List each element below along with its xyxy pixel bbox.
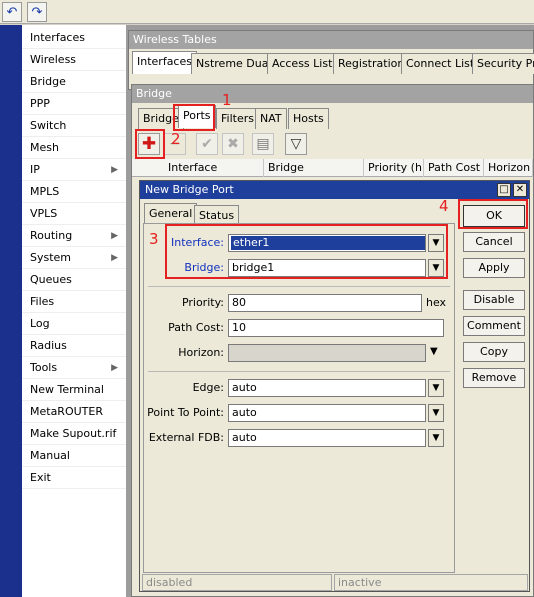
wireless-tables-window: Wireless Tables Interfaces Nstreme Dual … — [128, 30, 534, 90]
menu-item-exit[interactable]: Exit — [22, 467, 126, 489]
external-fdb-label: External FDB: — [148, 431, 224, 444]
path-cost-label: Path Cost: — [168, 321, 224, 334]
menu-item-ppp[interactable]: PPP — [22, 93, 126, 115]
tab-registration[interactable]: Registration — [333, 53, 410, 74]
point-to-point-select[interactable]: auto — [228, 404, 426, 422]
top-toolbar: ↶ ↷ — [0, 0, 534, 24]
annotation-box-add-button — [135, 129, 165, 159]
path-cost-input[interactable]: 10 — [228, 319, 444, 337]
window-title: Bridge — [132, 85, 533, 103]
horizon-input[interactable] — [228, 344, 426, 362]
menu-item-queues[interactable]: Queues — [22, 269, 126, 291]
main-menu: Interfaces Wireless Bridge PPP Switch Me… — [22, 25, 126, 597]
tab-access-list[interactable]: Access List — [267, 53, 338, 74]
expand-down-icon[interactable]: ▼ — [430, 346, 438, 357]
menu-item-metarouter[interactable]: MetaROUTER — [22, 401, 126, 423]
column-path-cost[interactable]: Path Cost — [424, 159, 484, 177]
menu-item-ip[interactable]: IP ▶ — [22, 159, 126, 181]
external-fdb-select[interactable]: auto — [228, 429, 426, 447]
table-header: Interface Bridge Priority (h... Path Cos… — [132, 159, 533, 177]
annotation-number: 4 — [439, 197, 449, 215]
dialog-title: New Bridge Port — [140, 181, 529, 199]
edge-select[interactable]: auto — [228, 379, 426, 397]
menu-item-radius[interactable]: Radius — [22, 335, 126, 357]
menu-item-vpls[interactable]: VPLS — [22, 203, 126, 225]
menu-item-routing[interactable]: Routing ▶ — [22, 225, 126, 247]
menu-item-make-supout[interactable]: Make Supout.rif — [22, 423, 126, 445]
tab-filters[interactable]: Filters — [216, 108, 259, 129]
undo-icon[interactable]: ↶ — [2, 2, 22, 22]
enable-check-icon[interactable]: ✔ — [196, 133, 218, 155]
tab-interfaces[interactable]: Interfaces — [132, 51, 197, 74]
horizon-label: Horizon: — [178, 346, 224, 359]
menu-item-bridge[interactable]: Bridge — [22, 71, 126, 93]
apply-button[interactable]: Apply — [463, 258, 525, 278]
annotation-box-fields — [165, 224, 448, 279]
tab-status[interactable]: Status — [194, 205, 240, 225]
point-to-point-label: Point To Point: — [147, 406, 224, 419]
tab-hosts[interactable]: Hosts — [288, 108, 329, 129]
chevron-down-icon[interactable]: ▼ — [428, 379, 444, 397]
column-bridge[interactable]: Bridge — [264, 159, 364, 177]
submenu-arrow-icon: ▶ — [111, 231, 118, 241]
annotation-number: 3 — [149, 230, 159, 248]
comment-button[interactable]: Comment — [463, 316, 525, 336]
menu-item-files[interactable]: Files — [22, 291, 126, 313]
submenu-arrow-icon: ▶ — [111, 253, 118, 263]
column-interface[interactable]: Interface — [164, 159, 264, 177]
tab-connect-list[interactable]: Connect List — [401, 53, 480, 74]
cancel-button[interactable]: Cancel — [463, 232, 525, 252]
edge-label: Edge: — [192, 381, 224, 394]
remove-button[interactable]: Remove — [463, 368, 525, 388]
tab-general[interactable]: General — [144, 203, 198, 225]
annotation-box-ports-tab — [173, 104, 215, 131]
filter-icon[interactable]: ▽ — [285, 133, 307, 155]
menu-item-interfaces[interactable]: Interfaces — [22, 27, 126, 49]
annotation-number: 2 — [171, 130, 181, 148]
status-running: inactive — [334, 574, 528, 591]
chevron-down-icon[interactable]: ▼ — [428, 429, 444, 447]
submenu-arrow-icon: ▶ — [111, 165, 118, 175]
brand-strip — [0, 25, 22, 597]
menu-item-mesh[interactable]: Mesh — [22, 137, 126, 159]
annotation-number: 1 — [222, 91, 232, 109]
menu-item-manual[interactable]: Manual — [22, 445, 126, 467]
menu-item-log[interactable]: Log — [22, 313, 126, 335]
chevron-down-icon[interactable]: ▼ — [428, 404, 444, 422]
menu-item-system[interactable]: System ▶ — [22, 247, 126, 269]
submenu-arrow-icon: ▶ — [111, 363, 118, 373]
status-enabled: disabled — [142, 574, 332, 591]
annotation-box-ok-button — [458, 199, 528, 229]
menu-item-new-terminal[interactable]: New Terminal — [22, 379, 126, 401]
divider — [148, 286, 450, 287]
maximize-icon[interactable]: □ — [497, 183, 511, 197]
menu-item-wireless[interactable]: Wireless — [22, 49, 126, 71]
menu-item-tools[interactable]: Tools ▶ — [22, 357, 126, 379]
comment-icon[interactable]: ▤ — [252, 133, 274, 155]
tab-nstreme-dual[interactable]: Nstreme Dual — [191, 53, 277, 74]
tab-security-profiles[interactable]: Security Pro — [472, 53, 534, 74]
menu-item-switch[interactable]: Switch — [22, 115, 126, 137]
priority-label: Priority: — [181, 296, 224, 309]
menu-item-mpls[interactable]: MPLS — [22, 181, 126, 203]
disable-button[interactable]: Disable — [463, 290, 525, 310]
tab-nat[interactable]: NAT — [255, 108, 287, 129]
copy-button[interactable]: Copy — [463, 342, 525, 362]
priority-input[interactable]: 80 — [228, 294, 422, 312]
close-icon[interactable]: ✕ — [513, 183, 527, 197]
column-priority[interactable]: Priority (h... — [364, 159, 424, 177]
divider — [148, 371, 450, 372]
redo-icon[interactable]: ↷ — [27, 2, 47, 22]
column-horizon[interactable]: Horizon — [484, 159, 533, 177]
priority-unit: hex — [426, 296, 447, 309]
disable-x-icon[interactable]: ✖ — [222, 133, 244, 155]
window-title: Wireless Tables — [129, 31, 533, 49]
